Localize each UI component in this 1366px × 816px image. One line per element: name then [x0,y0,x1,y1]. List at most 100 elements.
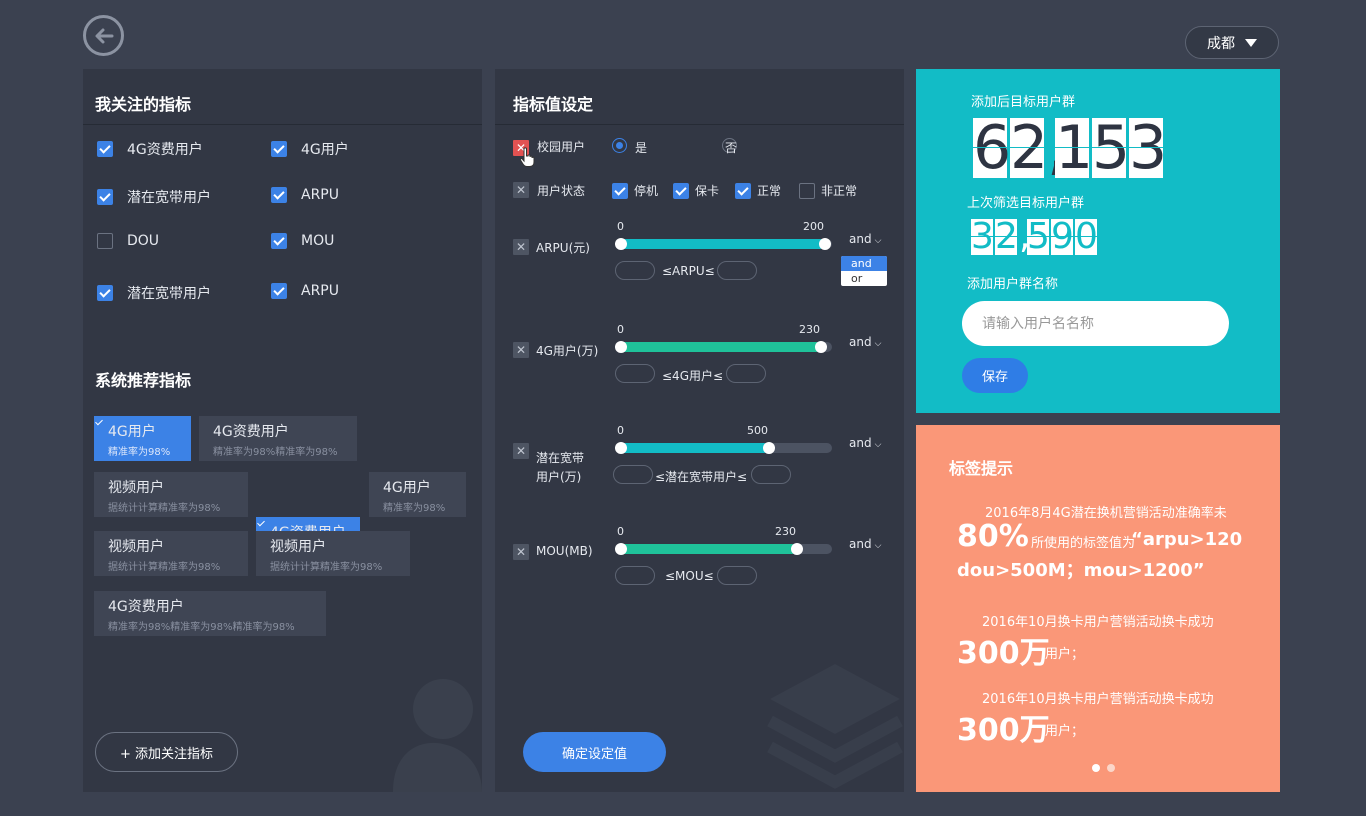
range-max-input[interactable] [726,364,766,383]
followed-item-label: 潜在宽带用户 [127,286,211,302]
checkbox[interactable] [271,233,287,249]
range-slider[interactable] [615,238,832,250]
range-max-input[interactable] [751,465,791,484]
range-label: MOU(MB) [536,544,593,558]
followed-item[interactable]: 潜在宽带用户 [97,187,211,207]
tag-desc: 据统计计算精准率为98% [108,503,221,514]
checkbox[interactable] [612,182,628,199]
recommended-tag[interactable]: 4G资费用户 精准率为98%精准率为98%精准率为98% [94,591,326,636]
range-op-label: and [849,537,872,551]
tag-name: 视频用户 [108,480,164,496]
recommended-tag[interactable]: 视频用户据统计计算精准率为98% [94,472,248,517]
checkbox[interactable] [97,141,113,157]
range-min-input[interactable] [615,261,655,280]
status-option[interactable]: 非正常 [799,182,857,199]
city-select[interactable]: 成都 [1185,26,1279,59]
status-option[interactable]: 正常 [735,182,781,199]
remove-range-button[interactable]: ✕ [513,443,529,459]
tip2-unit: 用户； [1045,647,1085,662]
range-min: 0 [617,525,624,538]
group-name-label: 添加用户群名称 [967,277,1059,292]
followed-item-label: ARPU [301,283,339,299]
range-min: 0 [617,424,624,437]
followed-item-label: 潜在宽带用户 [127,190,211,206]
range-max-input[interactable] [717,261,757,280]
checkbox[interactable] [271,141,287,157]
checkbox[interactable] [97,189,113,205]
recommended-title: 系统推荐指标 [95,371,192,390]
back-button[interactable] [83,15,124,56]
range-label: 潜在宽带 [536,451,585,465]
range-min-handle[interactable] [615,238,627,250]
followed-item[interactable]: DOU [97,233,159,249]
remove-range-button[interactable]: ✕ [513,239,529,255]
checkbox[interactable] [735,182,751,199]
status-option[interactable]: 保卡 [673,182,719,199]
range-min-input[interactable] [613,465,653,484]
followed-item[interactable]: 4G资费用户 [97,139,203,159]
recommended-tag[interactable]: 4G用户 精准率为98% [94,416,191,461]
confirm-settings-button[interactable]: 确定设定值 [523,732,666,772]
range-min-handle[interactable] [615,442,627,454]
range-slider[interactable] [615,341,832,353]
checkbox[interactable] [271,187,287,203]
add-indicator-button[interactable]: + 添加关注指标 [95,732,238,772]
range-min-input[interactable] [615,566,655,585]
save-button[interactable]: 保存 [962,358,1028,393]
range-max-input[interactable] [717,566,757,585]
hand-cursor-icon [519,147,535,167]
recommended-tag[interactable]: 视频用户 据统计计算精准率为98% [94,531,248,576]
followed-item[interactable]: 4G用户 [271,139,349,159]
range-max-handle[interactable] [819,238,831,250]
range-op-select[interactable]: and ⌵ [849,436,881,450]
range-op-select[interactable]: and ⌵ [849,537,881,551]
pager-dot[interactable] [1107,764,1115,772]
op-option-or[interactable]: or [841,271,887,286]
tip1-value-1: “arpu>120 [1131,529,1243,550]
remove-range-button[interactable]: ✕ [513,342,529,358]
followed-item[interactable]: 潜在宽带用户 [97,283,211,303]
added-target-label: 添加后目标用户群 [971,95,1076,110]
op-option-and[interactable]: and [841,256,887,271]
pager-dot[interactable] [1092,764,1100,772]
range-min-handle[interactable] [615,341,627,353]
range-max-handle[interactable] [791,543,803,555]
recommended-tag[interactable]: 视频用户 据统计计算精准率为98% [256,531,410,576]
digit-tile: 2 [995,216,1018,257]
status-option[interactable]: 停机 [612,182,658,199]
remove-status-button[interactable]: ✕ [513,182,529,198]
range-slider[interactable] [615,442,832,454]
status-label: 用户状态 [537,184,586,198]
recommended-tag[interactable]: 4G用户 精准率为98% [369,472,466,517]
digit-tile: 5 [1092,113,1131,183]
last-target-count: 32,590 [971,219,1099,255]
settings-title: 指标值设定 [513,95,594,114]
followed-item[interactable]: ARPU [271,283,339,299]
range-max-handle[interactable] [763,442,775,454]
followed-indicators-panel: 我关注的指标 4G资费用户 4G用户 潜在宽带用户 ARPU DOU MOU 潜在宽带用户 A… [83,69,482,792]
group-name-input[interactable] [962,301,1229,346]
op-dropdown[interactable]: and or [841,256,887,286]
recommended-tag[interactable]: 4G资费用户 精准率为98%精准率为98% [199,416,357,461]
range-min-handle[interactable] [615,543,627,555]
checkbox[interactable] [97,233,113,249]
range-max-handle[interactable] [815,341,827,353]
digit-tile: 5 [1027,216,1050,257]
remove-range-button[interactable]: ✕ [513,544,529,560]
range-slider[interactable] [615,543,832,555]
checkbox[interactable] [673,182,689,199]
range-fill [616,342,821,352]
digit-tile: 2 [1010,113,1049,183]
checkbox[interactable] [97,285,113,301]
range-min-input[interactable] [615,364,655,383]
status-option-label: 正常 [757,184,782,198]
campus-yes-radio[interactable] [612,138,627,153]
range-expression: ≤4G用户≤ [662,369,724,383]
range-op-select[interactable]: and ⌵ [849,335,881,349]
checkbox[interactable] [799,182,815,199]
chevron-down-icon: ⌵ [874,339,882,349]
range-op-select[interactable]: and ⌵ [849,232,881,246]
followed-item[interactable]: MOU [271,233,334,249]
followed-item[interactable]: ARPU [271,187,339,203]
checkbox[interactable] [271,283,287,299]
